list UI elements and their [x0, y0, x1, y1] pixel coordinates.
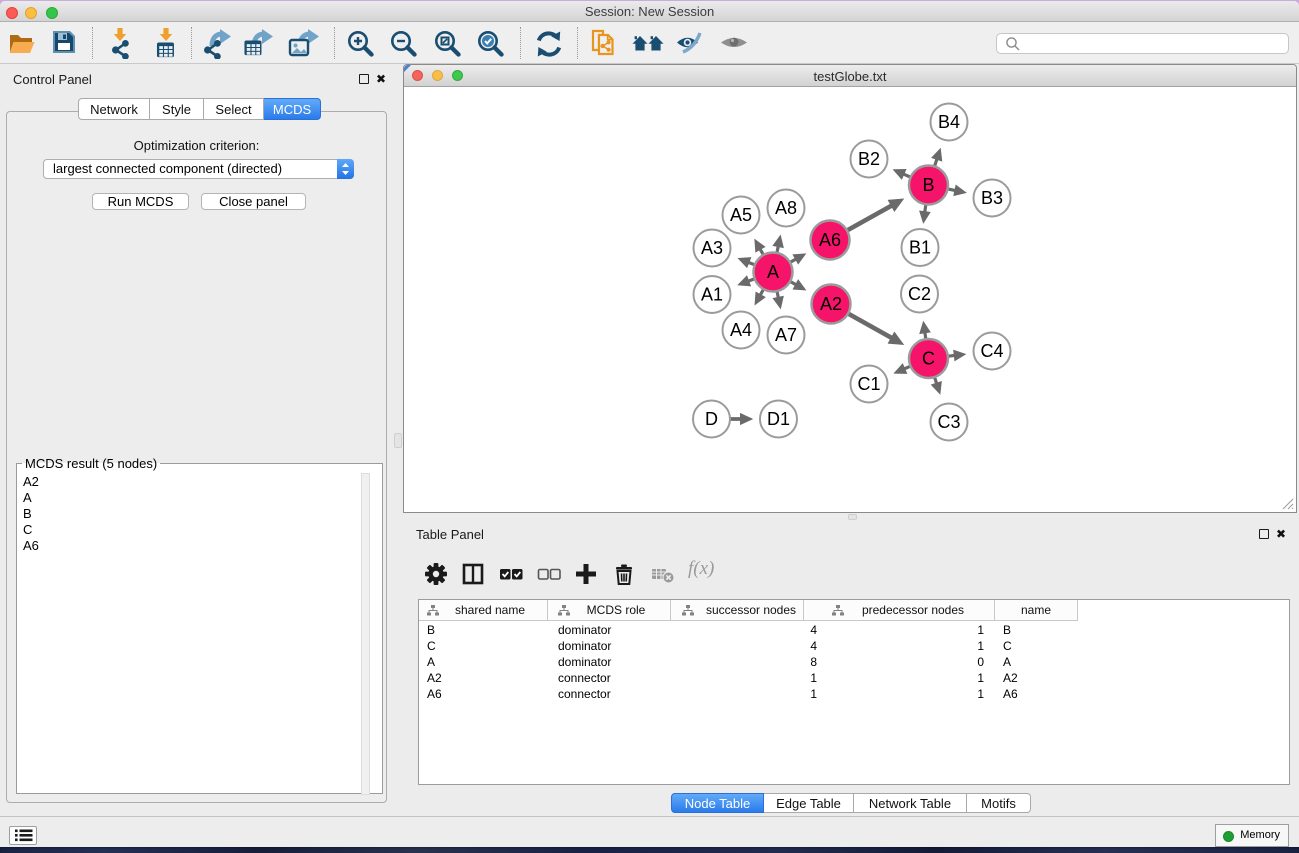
svg-text:C: C: [922, 349, 935, 369]
svg-text:B1: B1: [909, 238, 931, 258]
svg-text:A8: A8: [775, 198, 797, 218]
svg-text:A4: A4: [730, 320, 752, 340]
svg-text:B3: B3: [981, 188, 1003, 208]
svg-text:A3: A3: [701, 238, 723, 258]
svg-text:D: D: [705, 409, 718, 429]
svg-text:C1: C1: [857, 374, 880, 394]
svg-text:D1: D1: [767, 409, 790, 429]
svg-text:A7: A7: [775, 325, 797, 345]
svg-text:A2: A2: [820, 294, 842, 314]
svg-text:A6: A6: [819, 230, 841, 250]
svg-text:C3: C3: [937, 412, 960, 432]
svg-text:B4: B4: [938, 112, 960, 132]
svg-text:B: B: [922, 175, 934, 195]
svg-text:A5: A5: [730, 205, 752, 225]
svg-text:A: A: [767, 262, 779, 282]
svg-text:B2: B2: [858, 149, 880, 169]
svg-text:C2: C2: [908, 284, 931, 304]
svg-text:A1: A1: [701, 285, 723, 305]
svg-text:C4: C4: [980, 341, 1003, 361]
